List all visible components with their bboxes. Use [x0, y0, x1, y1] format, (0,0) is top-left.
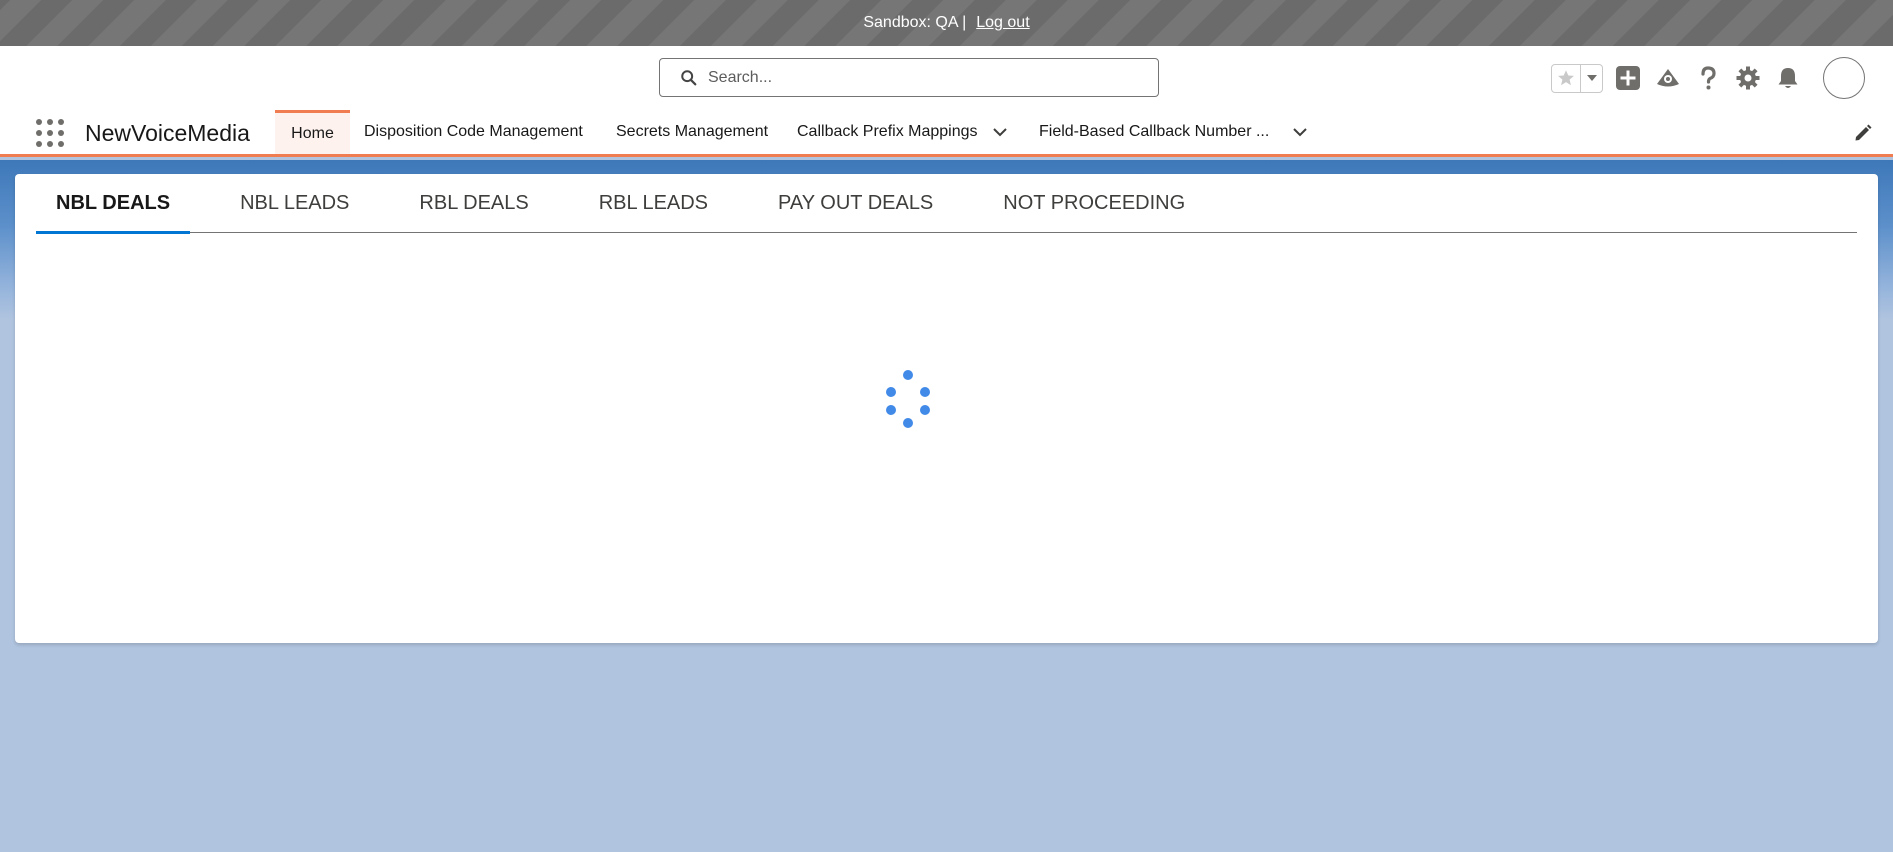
- global-create-button[interactable]: [1613, 63, 1643, 93]
- plus-icon: [1616, 66, 1640, 90]
- tab-pay-out-deals[interactable]: PAY OUT DEALS: [758, 174, 953, 233]
- nav-item-label: Callback Prefix Mappings: [797, 123, 978, 140]
- trailhead-icon: [1657, 69, 1679, 87]
- sandbox-label: Sandbox: QA |: [863, 14, 967, 31]
- nav-item-label: Home: [291, 124, 334, 142]
- app-launcher-button[interactable]: [36, 119, 64, 147]
- tab-label: RBL LEADS: [598, 192, 709, 214]
- nav-item-label: Disposition Code Management: [364, 123, 583, 140]
- app-navigation-bar: NewVoiceMedia Home Disposition Code Mana…: [0, 110, 1893, 157]
- waffle-dot: [36, 130, 42, 136]
- waffle-dot: [47, 130, 53, 136]
- waffle-dot: [58, 141, 64, 147]
- tab-label: PAY OUT DEALS: [778, 192, 934, 214]
- tab-rbl-leads[interactable]: RBL LEADS: [579, 174, 728, 233]
- tab-nbl-deals[interactable]: NBL DEALS: [36, 174, 191, 234]
- global-header: [0, 46, 1893, 110]
- waffle-dot: [58, 119, 64, 125]
- nav-item-secrets-management[interactable]: Secrets Management: [616, 110, 768, 154]
- tab-label: NOT PROCEEDING: [1003, 192, 1186, 214]
- waffle-dot: [47, 141, 53, 147]
- logout-link[interactable]: Log out: [976, 14, 1029, 32]
- waffle-dot: [36, 141, 42, 147]
- field-based-callback-menu-button[interactable]: [1290, 122, 1310, 142]
- callback-prefix-menu-button[interactable]: [990, 122, 1010, 142]
- user-avatar[interactable]: [1823, 57, 1865, 99]
- tab-rbl-deals[interactable]: RBL DEALS: [399, 174, 548, 233]
- tab-not-proceeding[interactable]: NOT PROCEEDING: [983, 174, 1205, 233]
- nav-item-label: Secrets Management: [616, 123, 769, 140]
- favorites-group: [1551, 63, 1603, 93]
- gear-icon: [1736, 66, 1760, 90]
- main-card: NBL DEALS NBL LEADS RBL DEALS RBL LEADS …: [15, 174, 1878, 643]
- spinner-dot: [886, 387, 896, 397]
- bell-icon: [1778, 68, 1798, 88]
- help-button[interactable]: [1693, 63, 1723, 93]
- edit-nav-button[interactable]: [1853, 123, 1873, 143]
- notifications-button[interactable]: [1773, 63, 1803, 93]
- favorites-menu-button[interactable]: [1581, 65, 1602, 92]
- nav-item-disposition-code-management[interactable]: Disposition Code Management: [364, 110, 583, 154]
- search-icon: [681, 69, 697, 85]
- chevron-down-icon: [1293, 128, 1307, 137]
- pencil-icon: [1855, 124, 1872, 141]
- spinner-dot: [903, 370, 913, 380]
- nav-item-field-based-callback-number[interactable]: Field-Based Callback Number ...: [1039, 110, 1269, 154]
- tab-label: NBL DEALS: [56, 192, 171, 214]
- spinner-icon: [885, 370, 931, 430]
- tabset: NBL DEALS NBL LEADS RBL DEALS RBL LEADS …: [36, 174, 1857, 234]
- waffle-dot: [58, 130, 64, 136]
- search-input[interactable]: [708, 68, 1128, 87]
- setup-button[interactable]: [1733, 63, 1763, 93]
- global-search[interactable]: [659, 58, 1159, 97]
- question-icon: [1701, 66, 1716, 90]
- spinner-dot: [920, 405, 930, 415]
- chevron-down-icon: [1586, 75, 1597, 81]
- favorites-button[interactable]: [1552, 64, 1582, 92]
- tab-label: RBL DEALS: [419, 192, 529, 214]
- star-icon: [1558, 70, 1575, 86]
- waffle-icon: [36, 119, 42, 125]
- app-name: NewVoiceMedia: [85, 120, 250, 146]
- waffle-dot: [47, 119, 53, 125]
- spinner-dot: [920, 387, 930, 397]
- nav-item-callback-prefix-mappings[interactable]: Callback Prefix Mappings: [797, 110, 978, 154]
- spinner-dot: [886, 405, 896, 415]
- tab-label: NBL LEADS: [240, 192, 350, 214]
- header-utility-icons: [1551, 56, 1865, 100]
- nav-item-label: Field-Based Callback Number ...: [1039, 123, 1270, 140]
- sandbox-banner: Sandbox: QA | Log out: [0, 0, 1893, 46]
- trailhead-button[interactable]: [1653, 63, 1683, 93]
- spinner-dot: [903, 418, 913, 428]
- tab-nbl-leads[interactable]: NBL LEADS: [220, 174, 369, 233]
- chevron-down-icon: [993, 128, 1007, 137]
- nav-item-home[interactable]: Home: [275, 110, 350, 154]
